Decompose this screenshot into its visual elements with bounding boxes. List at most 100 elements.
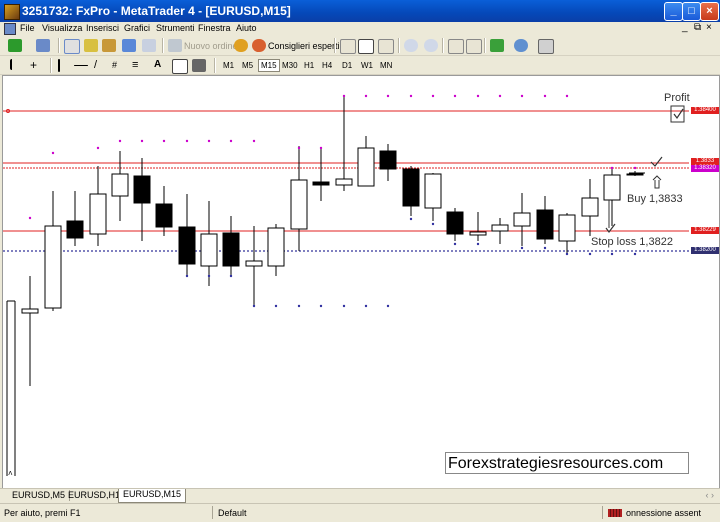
fractal-down-dot-11 [431,222,435,226]
tab-scroll-arrows[interactable]: ‹ › [706,490,715,500]
maximize-window-button[interactable]: □ [682,2,701,21]
stop-loss-label: Stop loss 1,3822 [591,236,673,248]
cursor-icon[interactable] [10,59,26,70]
fractal-up-dot-3 [118,139,122,143]
text-tool-button[interactable]: A [154,59,161,70]
price-tag-lower: 1.38200 [691,247,719,254]
tab-eurusd-m15[interactable]: EURUSD,M15 [118,489,187,503]
fractal-down-dot-4 [274,304,278,308]
fractal-down-dot-13 [476,242,480,246]
mdi-minimize-button[interactable]: _ [682,22,688,33]
menu-charts[interactable]: Grafici [124,23,150,33]
timeframe-w1[interactable]: W1 [359,60,375,71]
line-chart-icon[interactable] [378,39,394,54]
chart-shift-icon[interactable] [466,39,482,54]
tab-eurusd-m5[interactable]: EURUSD,M5 [8,490,71,501]
candle-body-25 [581,197,599,217]
status-profile: Default [218,508,247,518]
candle-body-1 [44,225,62,309]
price-chart[interactable]: ˄ Profit Buy 1,3833 Stop loss 1,3822 1.3… [2,75,720,489]
tab-eurusd-h1[interactable]: EURUSD,H1 [64,490,126,501]
buy-check-icon [650,156,663,167]
horizontal-line-icon[interactable] [74,65,88,66]
navigator-icon[interactable] [102,39,116,52]
status-help-text: Per aiuto, premi F1 [4,508,81,518]
candle-body-5 [133,175,151,204]
fractal-up-dot-18 [476,94,480,98]
fractal-up-dot-15 [409,94,413,98]
expert-advisors-button[interactable]: Consiglieri esperti [268,41,340,51]
timeframe-mn[interactable]: MN [378,60,394,71]
candle-body-8 [200,233,218,267]
fractal-up-dot-12 [342,94,346,98]
bar-chart-icon[interactable] [340,39,356,54]
fractal-up-dot-20 [520,94,524,98]
terminal-icon[interactable] [122,39,136,52]
candle-body-24 [558,214,576,242]
arrows-icon[interactable] [192,59,206,72]
fractal-up-dot-0 [28,216,32,220]
equidistant-channel-icon[interactable]: # [112,59,126,72]
fibonacci-icon[interactable]: ≡ [132,59,146,72]
new-order-button[interactable]: Nuovo ordine [184,41,238,51]
vertical-line-icon[interactable] [58,59,60,72]
chart-window-icon[interactable] [4,23,16,35]
crosshair-icon[interactable]: + [30,59,44,72]
new-chart-icon[interactable] [8,39,22,52]
timeframe-m15[interactable]: M15 [258,59,280,72]
candle-body-19 [446,211,464,235]
timeframe-h1[interactable]: H1 [302,60,316,71]
timeframe-m30[interactable]: M30 [280,60,300,71]
zoom-out-icon[interactable] [424,39,438,52]
candle-body-4 [111,173,129,197]
mdi-restore-button[interactable]: ⧉ [694,22,701,33]
menu-file[interactable]: File [20,23,35,33]
fractal-up-dot-16 [431,94,435,98]
indicators-icon[interactable] [490,39,504,52]
candle-body-17 [402,168,420,207]
candle-body-27 [626,173,644,176]
fractal-up-dot-4 [140,139,144,143]
mdi-close-button[interactable]: × [706,22,712,33]
minimize-window-button[interactable]: _ [664,2,683,21]
data-window-icon[interactable] [84,39,98,52]
fractal-down-dot-3 [252,304,256,308]
text-label-icon[interactable] [172,59,188,74]
fractal-down-dot-8 [364,304,368,308]
candlestick-chart-icon[interactable] [358,39,374,54]
menu-view[interactable]: Visualizza [42,23,82,33]
candle-body-13 [312,181,330,186]
timeframe-m1[interactable]: M1 [221,60,236,71]
candle-body-11 [267,227,285,267]
candlestick-chart-canvas[interactable]: ˄ [3,76,719,488]
price-tag-upper2: 1.38320 [691,165,719,172]
menu-window[interactable]: Finestra [198,23,231,33]
timeframe-d1[interactable]: D1 [340,60,354,71]
zoom-in-icon[interactable] [404,39,418,52]
candle-body-16 [379,150,397,170]
profiles-icon[interactable] [36,39,50,52]
templates-icon[interactable] [538,39,554,54]
fractal-up-dot-17 [453,94,457,98]
price-tag-upper1: 1.3833 [691,158,719,165]
market-watch-icon[interactable] [64,39,80,54]
auto-scroll-icon[interactable] [448,39,464,54]
menu-tools[interactable]: Strumenti [156,23,195,33]
periods-icon[interactable] [514,39,528,52]
timeframe-h4[interactable]: H4 [320,60,334,71]
metaeditor-icon[interactable] [234,39,248,52]
candle-body-0 [21,308,39,314]
strategy-tester-icon[interactable] [142,39,156,52]
menu-help[interactable]: Aiuto [236,23,257,33]
candle-body-2 [66,220,84,239]
fractal-down-dot-6 [319,304,323,308]
expert-advisors-icon[interactable] [252,39,266,52]
trendline-icon[interactable]: / [94,59,108,72]
close-window-button[interactable]: × [700,2,719,21]
menu-insert[interactable]: Inserisci [86,23,119,33]
metatrader-app-icon[interactable] [4,4,20,20]
fractal-up-dot-22 [565,94,569,98]
candle-body-15 [357,147,375,187]
timeframe-m5[interactable]: M5 [240,60,255,71]
new-order-icon[interactable] [168,39,182,52]
